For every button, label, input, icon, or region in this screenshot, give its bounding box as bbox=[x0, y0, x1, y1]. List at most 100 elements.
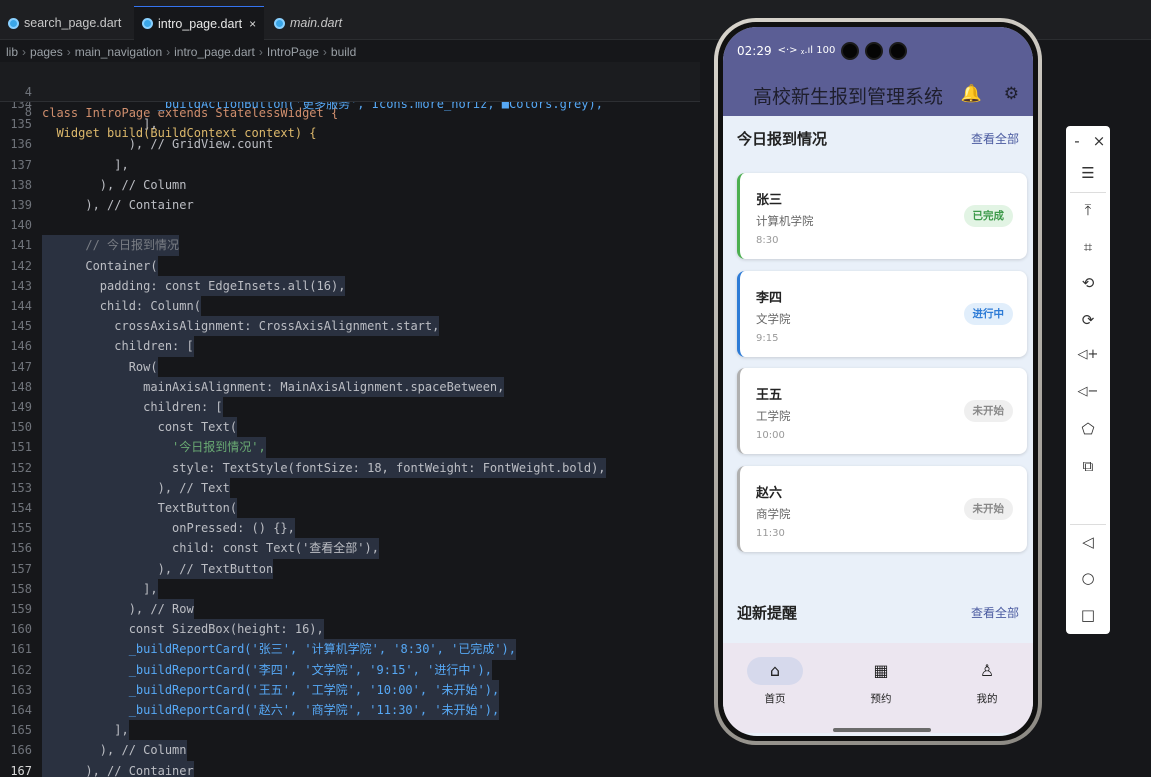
screenshot-icon[interactable]: ⧉ bbox=[1066, 457, 1110, 475]
code-line[interactable]: 160 const SizedBox(height: 16), bbox=[0, 619, 700, 640]
code-line[interactable]: 143 padding: const EdgeInsets.all(16), bbox=[0, 275, 700, 297]
sticky-line[interactable]: 8 Widget build(BuildContext context) { bbox=[0, 82, 700, 139]
overview-icon[interactable]: □ bbox=[1066, 606, 1110, 624]
volume-up-icon[interactable]: ◁+ bbox=[1066, 347, 1110, 362]
code-line[interactable]: 140 bbox=[0, 215, 700, 235]
code-line[interactable]: 163 _buildReportCard('王五', '工学院', '10:00… bbox=[0, 679, 700, 701]
breadcrumb-item[interactable]: pages bbox=[30, 45, 63, 59]
sticky-line[interactable]: 4 class IntroPage extends StatelessWidge… bbox=[0, 62, 700, 119]
nav-item-profile[interactable]: ♙ 我的 bbox=[952, 657, 1022, 706]
report-card[interactable]: 赵六 商学院 11:30 未开始 bbox=[737, 465, 1027, 552]
breadcrumb-item[interactable]: IntroPage bbox=[267, 45, 319, 59]
nav-item-home[interactable]: ⌂ 首页 bbox=[740, 657, 810, 706]
code-line[interactable]: 145 crossAxisAlignment: CrossAxisAlignme… bbox=[0, 316, 700, 337]
line-number: 164 bbox=[10, 703, 32, 717]
code-line[interactable]: 161 _buildReportCard('张三', '计算机学院', '8:3… bbox=[0, 639, 700, 660]
crop-icon[interactable]: ⌗ bbox=[1066, 238, 1110, 256]
rotate-left-icon[interactable]: ⟲ bbox=[1066, 274, 1110, 292]
code-line[interactable]: 142 Container( bbox=[0, 255, 700, 276]
volume-down-icon[interactable]: ◁− bbox=[1066, 384, 1110, 399]
code-line[interactable]: 167 ), // Container bbox=[0, 760, 700, 777]
chevron-right-icon: › bbox=[166, 45, 171, 59]
person-icon: ♙ bbox=[979, 661, 995, 680]
minimize-button[interactable]: - bbox=[1066, 132, 1088, 150]
dart-file-icon bbox=[142, 18, 153, 29]
dart-file-icon bbox=[8, 17, 19, 29]
student-name: 李四 bbox=[756, 290, 783, 306]
code-text: ), // TextButton bbox=[42, 558, 274, 579]
bottom-navigation: ⌂ 首页 ▦ 预约 ♙ 我的 bbox=[723, 643, 1033, 733]
report-card[interactable]: 李四 文学院 9:15 进行中 bbox=[737, 270, 1027, 357]
phone-screen[interactable]: 02:29 <·> ᵪ.ıl 100 高校新生报到管理系统 🔔 ⚙ 今日报到情况… bbox=[723, 27, 1033, 736]
report-card[interactable]: 张三 计算机学院 8:30 已完成 bbox=[737, 173, 1027, 259]
code-line[interactable]: 144 child: Column( bbox=[0, 296, 700, 317]
code-text: ], bbox=[42, 157, 129, 172]
code-line[interactable]: 159 ), // Row bbox=[0, 599, 700, 620]
line-number: 158 bbox=[10, 581, 32, 596]
code-text: style: TextStyle(fontSize: 18, fontWeigh… bbox=[42, 457, 606, 478]
line-number: 157 bbox=[10, 561, 32, 576]
breadcrumb-item[interactable]: build bbox=[331, 45, 356, 59]
code-text: ), // Container bbox=[42, 760, 194, 777]
code-line[interactable]: 158 ], bbox=[0, 578, 700, 600]
close-button[interactable]: × bbox=[1088, 132, 1110, 150]
code-line[interactable]: 141 // 今日报到情况 bbox=[0, 235, 700, 256]
code-line[interactable]: 146 children: [ bbox=[0, 336, 700, 357]
pin-top-icon[interactable]: ⤒ bbox=[1066, 201, 1110, 219]
code-line[interactable]: 139 ), // Container bbox=[0, 195, 700, 215]
code-text: _buildActionButton('更多服务', Icons.more_ho… bbox=[42, 102, 603, 111]
shake-icon[interactable]: ⬠ bbox=[1066, 420, 1110, 438]
code-line[interactable]: 166 ), // Column bbox=[0, 740, 700, 761]
report-time: 9:15 bbox=[756, 332, 779, 344]
code-line[interactable]: 149 children: [ bbox=[0, 397, 700, 418]
code-line[interactable]: 148 mainAxisAlignment: MainAxisAlignment… bbox=[0, 376, 700, 398]
gear-icon[interactable]: ⚙ bbox=[1004, 84, 1019, 104]
tab-main[interactable]: main.dart bbox=[266, 6, 350, 40]
code-line[interactable]: 153 ), // Text bbox=[0, 477, 700, 499]
code-line[interactable]: 165 ], bbox=[0, 720, 700, 741]
code-line[interactable]: 152 style: TextStyle(fontSize: 18, fontW… bbox=[0, 457, 700, 478]
line-number: 145 bbox=[10, 319, 32, 334]
code-line[interactable]: 157 ), // TextButton bbox=[0, 558, 700, 579]
view-all-button[interactable]: 查看全部 bbox=[971, 604, 1019, 621]
code-line[interactable]: 150 const Text( bbox=[0, 417, 700, 438]
code-line[interactable]: 155 onPressed: () {}, bbox=[0, 518, 700, 539]
code-editor[interactable]: 134 _buildActionButton('更多服务', Icons.mor… bbox=[0, 102, 700, 777]
camera-icon bbox=[865, 41, 884, 60]
tab-intro-page[interactable]: intro_page.dart × bbox=[134, 6, 265, 40]
home-indicator[interactable] bbox=[833, 728, 931, 732]
dart-file-icon bbox=[274, 17, 285, 29]
tab-search-page[interactable]: search_page.dart bbox=[0, 6, 129, 40]
report-card[interactable]: 王五 工学院 10:00 未开始 bbox=[737, 368, 1027, 454]
status-badge: 未开始 bbox=[963, 400, 1013, 422]
code-line[interactable]: 156 child: const Text('查看全部'), bbox=[0, 538, 700, 559]
code-line[interactable]: 147 Row( bbox=[0, 356, 700, 377]
code-line[interactable]: 135 ], bbox=[0, 114, 700, 134]
code-line[interactable]: 136 ), // GridView.count bbox=[0, 134, 700, 154]
breadcrumb-item[interactable]: main_navigation bbox=[75, 45, 162, 59]
code-line[interactable]: 137 ], bbox=[0, 155, 700, 175]
code-line[interactable]: 154 TextButton( bbox=[0, 498, 700, 519]
nav-item-booking[interactable]: ▦ 预约 bbox=[846, 657, 916, 706]
code-line[interactable]: 151 '今日报到情况', bbox=[0, 437, 700, 458]
code-line[interactable]: 162 _buildReportCard('李四', '文学院', '9:15'… bbox=[0, 659, 700, 680]
breadcrumb-item[interactable]: lib bbox=[6, 45, 18, 59]
menu-icon[interactable]: ☰ bbox=[1066, 164, 1110, 182]
breadcrumb-item[interactable]: intro_page.dart bbox=[174, 45, 255, 59]
code-line[interactable]: 134 _buildActionButton('更多服务', Icons.mor… bbox=[0, 102, 700, 114]
back-icon[interactable]: ◁ bbox=[1066, 533, 1110, 551]
rotate-right-icon[interactable]: ⟳ bbox=[1066, 311, 1110, 329]
code-line[interactable]: 164 _buildReportCard('赵六', '商学院', '11:30… bbox=[0, 700, 700, 721]
close-icon[interactable]: × bbox=[249, 17, 256, 31]
code-text: ), // GridView.count bbox=[42, 137, 274, 152]
line-number: 166 bbox=[10, 743, 32, 758]
line-number: 150 bbox=[10, 420, 32, 435]
view-all-button[interactable]: 查看全部 bbox=[971, 130, 1019, 147]
chevron-right-icon: › bbox=[22, 45, 27, 59]
home-circle-icon[interactable]: ○ bbox=[1066, 569, 1110, 587]
bell-icon[interactable]: 🔔 bbox=[961, 84, 982, 104]
line-number: 144 bbox=[10, 299, 32, 313]
code-line[interactable]: 138 ), // Column bbox=[0, 175, 700, 195]
tab-label: main.dart bbox=[290, 16, 343, 30]
phone-emulator: 02:29 <·> ᵪ.ıl 100 高校新生报到管理系统 🔔 ⚙ 今日报到情况… bbox=[714, 18, 1042, 745]
